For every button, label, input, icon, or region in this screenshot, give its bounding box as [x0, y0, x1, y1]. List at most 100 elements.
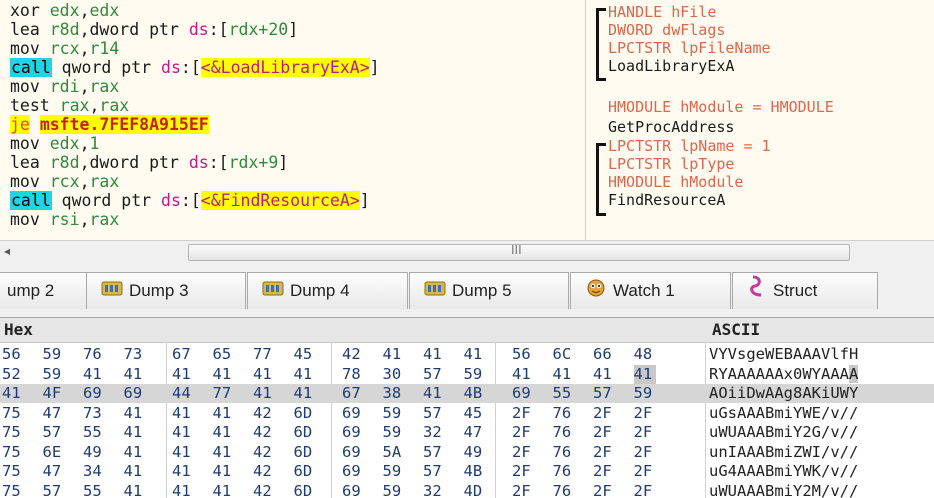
hex-byte[interactable]: 34 [83, 462, 105, 481]
hex-byte[interactable]: 66 [593, 345, 615, 364]
disassembly-line[interactable]: mov edx,1 [10, 134, 99, 154]
hex-byte[interactable]: 41 [124, 482, 146, 498]
hex-byte[interactable]: 45 [294, 345, 316, 364]
hex-byte[interactable]: 41 [83, 365, 105, 384]
hex-byte[interactable]: 76 [83, 345, 105, 364]
hex-byte[interactable]: 76 [553, 443, 575, 462]
hex-byte[interactable]: 41 [294, 384, 316, 403]
hex-byte[interactable]: 44 [172, 384, 194, 403]
hex-byte[interactable]: 42 [253, 404, 275, 423]
hex-byte[interactable]: 2F [634, 404, 656, 423]
hex-byte[interactable]: 69 [124, 384, 146, 403]
hex-byte[interactable]: 2F [634, 482, 656, 498]
tab-dump-5[interactable]: Dump 5 [409, 272, 569, 309]
hex-byte[interactable]: 78 [342, 365, 364, 384]
dump-row[interactable]: 75 47 73 41 41 41 42 6D 69 59 57 45 2F 76 2F 2F uGsAAABm… [0, 404, 934, 423]
hex-byte[interactable]: 41 [213, 423, 235, 442]
ascii-text[interactable]: uWUAAABmiY2G/v// [709, 423, 858, 442]
hex-byte[interactable]: 2F [593, 482, 615, 498]
hex-byte[interactable]: 73 [124, 345, 146, 364]
dump-row[interactable]: 56 59 76 73 67 65 77 45 42 41 41 41 56 6C 66 48 VYVsgeWE… [0, 345, 934, 364]
hex-byte[interactable]: 67 [342, 384, 364, 403]
hex-byte[interactable]: 75 [2, 443, 24, 462]
hex-byte[interactable]: 57 [43, 423, 65, 442]
hex-byte[interactable]: 41 [213, 462, 235, 481]
hex-byte[interactable]: 57 [43, 482, 65, 498]
hex-byte[interactable]: 69 [342, 443, 364, 462]
hex-byte[interactable]: 41 [633, 364, 656, 384]
hex-byte[interactable]: 42 [253, 462, 275, 481]
hex-byte[interactable]: 42 [342, 345, 364, 364]
disassembly-line[interactable]: je msfte.7FEF8A915EF [10, 115, 209, 135]
hex-byte[interactable]: 6D [294, 443, 316, 462]
tab-dump-3[interactable]: Dump 3 [86, 272, 246, 309]
hex-byte[interactable]: 69 [512, 384, 534, 403]
hex-byte[interactable]: 47 [464, 423, 486, 442]
hex-byte[interactable]: 41 [172, 404, 194, 423]
dump-row[interactable]: 75 57 55 41 41 41 42 6D 69 59 32 4D 2F 76 2F 2F uWUAAABm… [0, 482, 934, 498]
hex-byte[interactable]: 69 [342, 423, 364, 442]
disassembly-line[interactable]: call qword ptr ds:[<&FindResourceA>] [10, 191, 370, 211]
hex-byte[interactable]: 76 [553, 423, 575, 442]
hex-byte[interactable]: 47 [43, 462, 65, 481]
disassembly-line[interactable]: mov rdi,rax [10, 77, 119, 97]
hex-byte[interactable]: 41 [172, 423, 194, 442]
hex-byte[interactable]: 2F [593, 404, 615, 423]
hex-byte[interactable]: 6D [294, 462, 316, 481]
hex-byte[interactable]: 41 [172, 462, 194, 481]
ascii-text[interactable]: RYAAAAAAx0WYAAAA [709, 364, 859, 384]
dump-row[interactable]: 75 6E 49 41 41 41 42 6D 69 5A 57 49 2F 76 2F 2F unIAAABm… [0, 443, 934, 462]
hex-byte[interactable]: 38 [383, 384, 405, 403]
hex-byte[interactable]: 2F [593, 462, 615, 481]
hex-byte[interactable]: 41 [464, 345, 486, 364]
hex-byte[interactable]: 2F [512, 462, 534, 481]
hex-byte[interactable]: 59 [383, 423, 405, 442]
hex-byte[interactable]: 49 [464, 443, 486, 462]
hex-byte[interactable]: 59 [383, 404, 405, 423]
horizontal-scrollbar[interactable]: ◂ III [0, 240, 934, 264]
hex-byte[interactable]: 75 [2, 462, 24, 481]
hex-byte[interactable]: 2F [512, 443, 534, 462]
hex-byte[interactable]: 6D [294, 423, 316, 442]
hex-byte[interactable]: 41 [423, 384, 445, 403]
hex-byte[interactable]: 77 [253, 345, 275, 364]
hex-byte[interactable]: 41 [124, 462, 146, 481]
hex-byte[interactable]: 67 [172, 345, 194, 364]
tab-ump-2[interactable]: ump 2 [0, 272, 97, 309]
hex-byte[interactable]: 41 [512, 365, 534, 384]
hex-byte[interactable]: 57 [423, 404, 445, 423]
hex-byte[interactable]: 41 [213, 365, 235, 384]
hex-byte[interactable]: 2F [593, 423, 615, 442]
hex-byte[interactable]: 76 [553, 482, 575, 498]
scroll-left-arrow-icon[interactable]: ◂ [4, 244, 18, 260]
hex-byte[interactable]: 59 [464, 365, 486, 384]
hex-byte[interactable]: 75 [2, 482, 24, 498]
hex-byte[interactable]: 76 [553, 404, 575, 423]
ascii-text[interactable]: VYVsgeWEBAAAVlfH [709, 345, 858, 364]
disassembly-line[interactable]: test rax,rax [10, 96, 129, 116]
hex-byte[interactable]: 41 [124, 404, 146, 423]
hex-byte[interactable]: 59 [43, 365, 65, 384]
disassembly-line[interactable]: mov rcx,r14 [10, 39, 119, 59]
hex-byte[interactable]: 41 [253, 384, 275, 403]
hex-byte[interactable]: 41 [124, 443, 146, 462]
hex-byte[interactable]: 59 [383, 462, 405, 481]
hex-byte[interactable]: 41 [172, 443, 194, 462]
hex-byte[interactable]: 73 [83, 404, 105, 423]
hex-byte[interactable]: 41 [172, 365, 194, 384]
hex-byte[interactable]: 5A [383, 443, 405, 462]
hex-byte[interactable]: 4B [464, 384, 486, 403]
hex-byte[interactable]: 41 [172, 482, 194, 498]
hex-byte[interactable]: 6E [43, 443, 65, 462]
disassembly-line[interactable]: lea r8d,dword ptr ds:[rdx+20] [10, 20, 298, 40]
hex-byte[interactable]: 41 [294, 365, 316, 384]
dump-row[interactable]: 41 4F 69 69 44 77 41 41 67 38 41 4B 69 55 57 59 AOiiDwAA… [0, 384, 934, 403]
ascii-text[interactable]: uGsAAABmiYWE/v// [709, 404, 858, 423]
disassembly-line[interactable]: mov rsi,rax [10, 210, 119, 230]
hex-byte[interactable]: 55 [83, 423, 105, 442]
hex-byte[interactable]: 56 [2, 345, 24, 364]
hex-byte[interactable]: 41 [213, 482, 235, 498]
hex-byte[interactable]: 42 [253, 443, 275, 462]
hex-byte[interactable]: 76 [553, 462, 575, 481]
hex-byte[interactable]: 57 [593, 384, 615, 403]
